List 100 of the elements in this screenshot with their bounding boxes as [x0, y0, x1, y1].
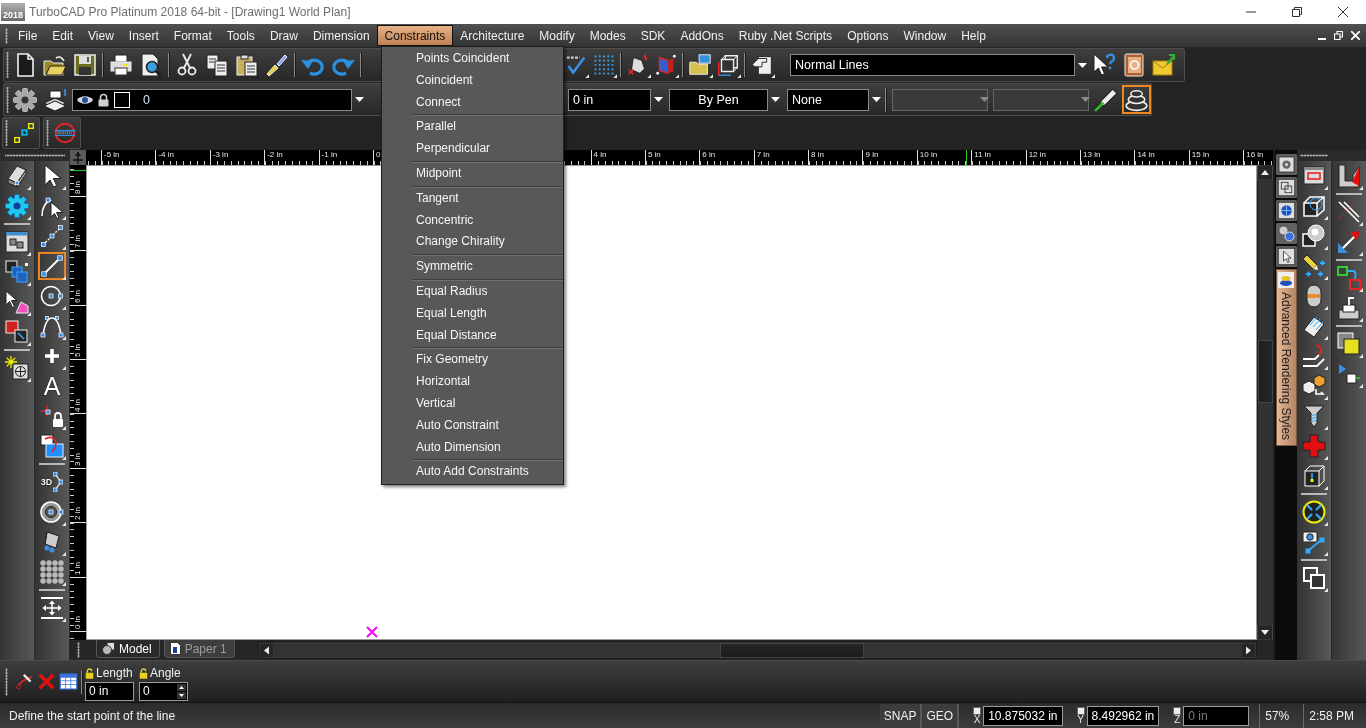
line-icon[interactable]	[38, 252, 66, 280]
lock-icon[interactable]	[85, 667, 94, 679]
menu-item[interactable]: Auto Dimension	[382, 436, 563, 459]
status-toggle[interactable]: SNAP	[879, 703, 923, 728]
menu-item[interactable]: Modify	[531, 25, 583, 46]
menu-item[interactable]: Equal Distance	[382, 324, 563, 347]
cubes-icon[interactable]	[1300, 372, 1328, 400]
sparkle-globe-icon[interactable]	[3, 354, 31, 382]
menu-item[interactable]: Format	[166, 25, 220, 46]
status-toggle[interactable]: GEO	[922, 703, 960, 728]
frames-icon[interactable]	[1300, 564, 1328, 592]
linked-boxes-icon[interactable]	[1335, 264, 1363, 292]
caret-icon[interactable]	[1077, 62, 1087, 68]
rotate-squares-icon[interactable]	[38, 432, 66, 460]
folder-window-icon[interactable]	[687, 52, 713, 78]
stacked-discs-icon[interactable]	[1121, 85, 1151, 114]
scrollbar-thumb[interactable]	[720, 642, 864, 658]
menu-item[interactable]: Constraints	[377, 25, 453, 46]
toolbar-grip[interactable]	[4, 86, 10, 113]
horizontal-scrollbar[interactable]	[258, 641, 1257, 659]
layer-field[interactable]: 0	[72, 88, 352, 111]
menu-item[interactable]: Fix Geometry	[382, 349, 563, 372]
restore-icon[interactable]	[1292, 7, 1302, 17]
box-icon[interactable]	[1173, 706, 1182, 715]
thickness-field[interactable]: 0 in	[568, 88, 651, 111]
menu-item[interactable]: Parallel	[382, 116, 563, 139]
sheet-tab[interactable]: Model	[96, 640, 160, 658]
window-squares-icon[interactable]	[1275, 177, 1297, 198]
menu-item[interactable]: View	[80, 25, 122, 46]
toolbar-grip[interactable]	[4, 52, 10, 78]
pages-icon[interactable]	[203, 51, 231, 79]
snap-points-icon[interactable]	[11, 120, 37, 146]
page-gear-icon[interactable]	[1275, 154, 1297, 175]
menu-item[interactable]: Perpendicular	[382, 138, 563, 160]
menu-item[interactable]: Help	[953, 25, 994, 46]
linked-squares-icon[interactable]	[3, 318, 31, 346]
toolbar-grip[interactable]	[3, 120, 9, 146]
lock-icon[interactable]	[98, 92, 109, 107]
color-swatch-icon[interactable]	[114, 91, 130, 108]
pen-field[interactable]: By Pen	[669, 88, 768, 111]
box-icon[interactable]	[973, 706, 982, 715]
menu-item[interactable]: Connect	[382, 91, 563, 114]
camera-icon[interactable]	[1300, 528, 1328, 556]
prism-icon[interactable]	[653, 52, 679, 78]
overlapping-squares-icon[interactable]	[1335, 330, 1363, 358]
panel-tab[interactable]: Advanced Rendering Styles	[1275, 269, 1297, 446]
profile-icon[interactable]	[1335, 162, 1363, 190]
tray-icon[interactable]	[1335, 294, 1363, 322]
menu-item[interactable]: Coincident	[382, 69, 563, 92]
menu-item[interactable]: Auto Constraint	[382, 414, 563, 437]
menu-item[interactable]: Draw	[262, 25, 306, 46]
fill-field[interactable]: None	[787, 88, 869, 111]
menu-item[interactable]: File	[10, 25, 45, 46]
line-style-field[interactable]: Normal Lines	[790, 54, 1075, 76]
ball-grid-icon[interactable]	[38, 558, 66, 586]
pen-curve-icon[interactable]	[13, 671, 35, 692]
menu-item[interactable]: Vertical	[382, 392, 563, 415]
ruler-corner[interactable]	[70, 150, 86, 165]
menu-item[interactable]: Points Coincident	[382, 48, 563, 70]
dot-grid-icon[interactable]	[591, 52, 617, 78]
menu-item[interactable]: Window	[896, 25, 954, 46]
toolbar-grip[interactable]	[3, 27, 9, 44]
eye-icon[interactable]	[77, 93, 93, 106]
coordinate-field[interactable]: 8.492962 in	[1086, 705, 1160, 726]
menu-item[interactable]: Midpoint	[382, 163, 563, 185]
scroll-left-icon[interactable]	[259, 642, 274, 658]
caret-icon[interactable]	[653, 97, 663, 102]
scrollbar-thumb[interactable]	[1258, 340, 1273, 403]
sheet-tab[interactable]: Paper 1	[163, 640, 235, 658]
caret-icon[interactable]	[354, 97, 364, 102]
gear-icon[interactable]	[3, 192, 31, 220]
close-icon[interactable]	[1338, 7, 1348, 17]
menu-item[interactable]: Tools	[219, 25, 263, 46]
box-icon[interactable]	[1076, 706, 1085, 715]
caret-icon[interactable]	[871, 97, 881, 102]
text-tool-button[interactable]: A	[38, 372, 66, 400]
toolbar-grip[interactable]	[4, 667, 9, 696]
toolbar-grip[interactable]	[44, 120, 50, 146]
spin-up-icon[interactable]	[177, 683, 186, 691]
menu-item[interactable]: Change Chirality	[382, 231, 563, 254]
box-axes-icon[interactable]	[715, 52, 741, 78]
menu-item[interactable]: Architecture	[452, 25, 532, 46]
menu-item[interactable]: Concentric	[382, 209, 563, 232]
input-field[interactable]: 0 in	[85, 681, 134, 701]
coordinate-field[interactable]: 10.875032 in	[983, 705, 1063, 726]
spin-down-icon[interactable]	[177, 691, 186, 699]
menu-item[interactable]: Tangent	[382, 187, 563, 210]
arrow-shape-icon[interactable]	[3, 288, 31, 316]
settings-icon[interactable]	[11, 85, 39, 114]
menu-item[interactable]: Edit	[44, 25, 81, 46]
gears-icon[interactable]	[1275, 223, 1297, 244]
pencil-nodes-icon[interactable]	[1300, 252, 1328, 280]
circle-lines-icon[interactable]	[52, 120, 78, 146]
squares-icon[interactable]	[3, 258, 31, 286]
menu-item[interactable]: Symmetric	[382, 256, 563, 278]
menu-item[interactable]: Ruby .Net Scripts	[731, 25, 840, 46]
menu-item[interactable]: AddOns	[672, 25, 732, 46]
globe-icon[interactable]	[1275, 200, 1297, 221]
scroll-right-icon[interactable]	[1241, 642, 1256, 658]
bend-icon[interactable]	[1300, 342, 1328, 370]
